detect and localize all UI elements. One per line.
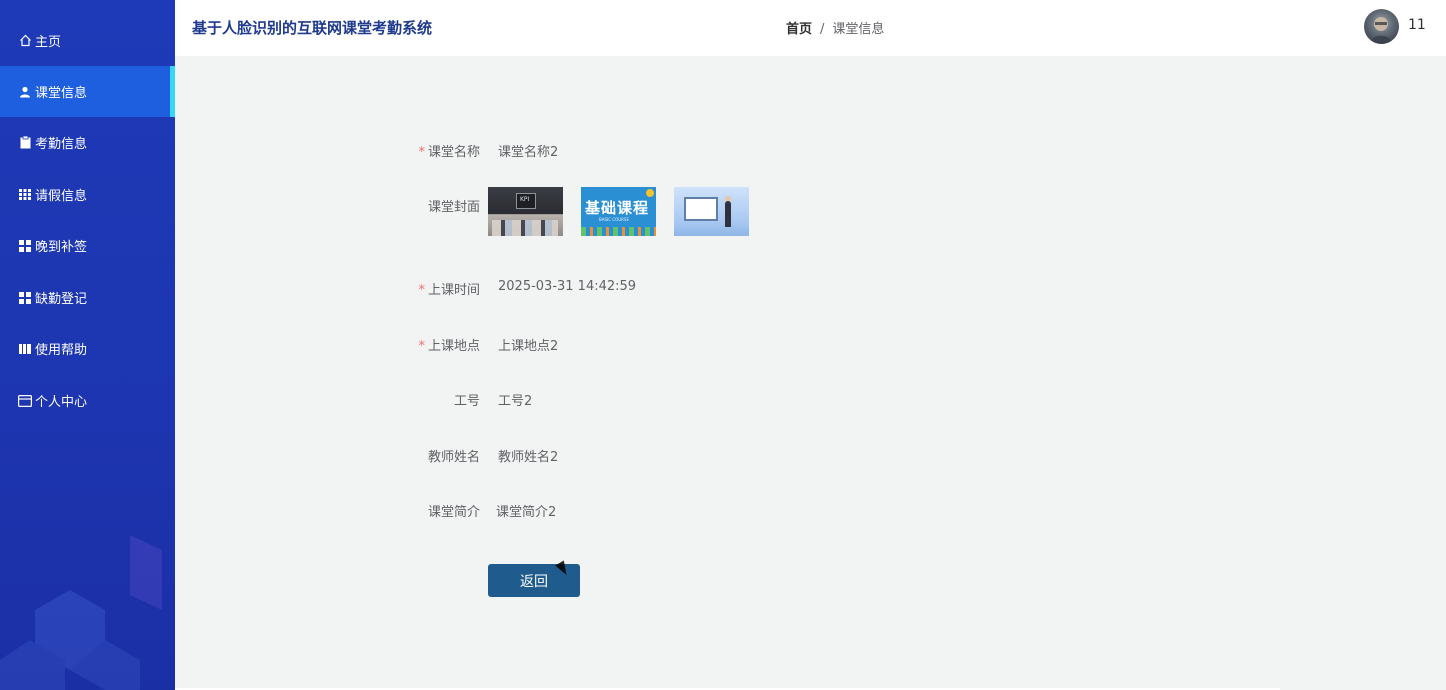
breadcrumb-home-link[interactable]: 首页 bbox=[786, 22, 812, 37]
employee-id-label: 工号 bbox=[453, 394, 480, 409]
sidebar-item-late-signin[interactable]: 晚到补签 bbox=[0, 220, 175, 271]
sidebar-item-label: 主页 bbox=[35, 35, 62, 50]
field-location: * 上课地点 上课地点2 bbox=[400, 335, 558, 354]
class-time-value: 2025-03-31 14:42:59 bbox=[498, 279, 637, 294]
cover-images: KPI 基础课程 BASIC COURSE bbox=[488, 187, 749, 236]
username[interactable]: 11 bbox=[1408, 17, 1426, 33]
field-cover: 课堂封面 bbox=[400, 196, 480, 215]
employee-id-value: 工号2 bbox=[498, 394, 533, 409]
card-icon bbox=[18, 394, 32, 408]
sidebar-item-label: 使用帮助 bbox=[35, 343, 88, 358]
top-header: 基于人脸识别的互联网课堂考勤系统 首页 / 课堂信息 11 bbox=[175, 0, 1446, 56]
home-icon bbox=[18, 34, 32, 48]
course-name-value: 课堂名称2 bbox=[498, 145, 559, 160]
sidebar-item-home[interactable]: 主页 bbox=[0, 15, 175, 66]
apps-icon bbox=[18, 239, 32, 253]
breadcrumb-separator: / bbox=[820, 22, 825, 37]
sidebar-item-help[interactable]: 使用帮助 bbox=[0, 323, 175, 374]
cover-label: 课堂封面 bbox=[427, 200, 480, 215]
sidebar-item-label: 课堂信息 bbox=[35, 86, 88, 101]
decorative-cubes bbox=[0, 535, 162, 690]
cover-image-lecture[interactable] bbox=[674, 187, 749, 236]
field-employee-id: 工号 工号2 bbox=[400, 390, 532, 409]
class-time-label: * 上课时间 bbox=[418, 283, 480, 298]
teacher-name-label: 教师姓名 bbox=[427, 450, 480, 465]
sidebar-item-course-info[interactable]: 课堂信息 bbox=[0, 66, 175, 117]
cover-image-classroom[interactable]: KPI bbox=[488, 187, 563, 236]
grid-icon bbox=[18, 188, 32, 202]
sidebar-item-label: 缺勤登记 bbox=[35, 292, 88, 307]
user-icon bbox=[18, 85, 32, 99]
book-icon bbox=[18, 342, 32, 356]
required-mark: * bbox=[418, 339, 425, 354]
course-name-label: * 课堂名称 bbox=[418, 145, 480, 160]
sidebar-item-label: 晚到补签 bbox=[35, 240, 88, 255]
location-label: * 上课地点 bbox=[418, 339, 480, 354]
sidebar-item-label: 请假信息 bbox=[35, 189, 88, 204]
sidebar-item-label: 个人中心 bbox=[35, 395, 88, 410]
sidebar-item-label: 考勤信息 bbox=[35, 137, 88, 152]
teacher-name-value: 教师姓名2 bbox=[498, 450, 559, 465]
field-class-time: * 上课时间 2025-03-31 14:42:59 bbox=[400, 279, 636, 298]
sidebar-item-absence-register[interactable]: 缺勤登记 bbox=[0, 272, 175, 323]
sidebar-item-attendance-info[interactable]: 考勤信息 bbox=[0, 117, 175, 168]
cover-image-basic-course[interactable]: 基础课程 BASIC COURSE bbox=[581, 187, 656, 236]
app-title: 基于人脸识别的互联网课堂考勤系统 bbox=[192, 19, 433, 37]
location-value: 上课地点2 bbox=[498, 339, 559, 354]
apps-icon bbox=[18, 291, 32, 305]
field-course-name: * 课堂名称 课堂名称2 bbox=[400, 141, 558, 160]
breadcrumb: 首页 / 课堂信息 bbox=[786, 18, 884, 37]
sidebar-item-profile[interactable]: 个人中心 bbox=[0, 375, 175, 426]
clipboard-icon bbox=[18, 136, 32, 150]
sidebar: 主页 课堂信息 考勤信息 请假信息 晚到补签 缺勤登记 使用帮助 个人中心 bbox=[0, 0, 175, 690]
required-mark: * bbox=[418, 283, 425, 298]
intro-value: 课堂简介2 bbox=[496, 505, 557, 520]
required-mark: * bbox=[418, 145, 425, 160]
intro-label: 课堂简介 bbox=[427, 505, 480, 520]
breadcrumb-current: 课堂信息 bbox=[832, 22, 885, 37]
field-teacher-name: 教师姓名 教师姓名2 bbox=[400, 446, 558, 465]
field-intro: 课堂简介 课堂简介2 bbox=[400, 501, 556, 520]
avatar[interactable] bbox=[1364, 9, 1399, 44]
sidebar-item-leave-info[interactable]: 请假信息 bbox=[0, 169, 175, 220]
